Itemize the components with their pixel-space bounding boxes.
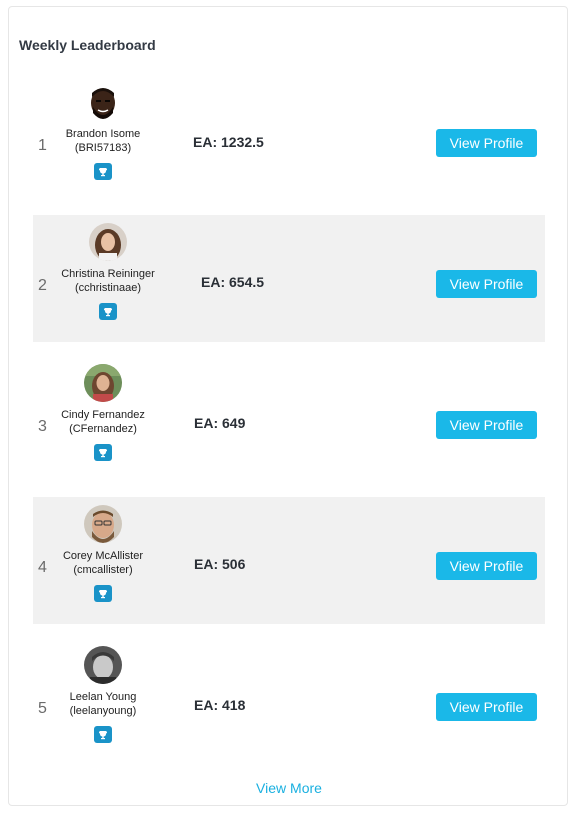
- view-profile-button[interactable]: View Profile: [436, 129, 537, 157]
- user-name: Cindy Fernandez: [61, 409, 145, 421]
- view-profile-button[interactable]: View Profile: [436, 552, 537, 580]
- leaderboard-card: Weekly Leaderboard 1 Brandon Isome (BRI5…: [8, 6, 568, 806]
- user-info: Corey McAllister (cmcallister): [53, 505, 153, 602]
- trophy-icon[interactable]: [94, 444, 112, 461]
- user-info: Christina Reininger (cchristinaae): [58, 223, 158, 320]
- rank-number: 1: [38, 137, 47, 154]
- leaderboard-row: 2 Christina Reininger (cchristinaae) EA:…: [33, 215, 545, 342]
- leaderboard-row: 1 Brandon Isome (BRI57183) EA: 1232.5 Vi…: [33, 75, 545, 202]
- trophy-icon[interactable]: [94, 726, 112, 743]
- view-profile-button[interactable]: View Profile: [436, 411, 537, 439]
- trophy-icon[interactable]: [94, 585, 112, 602]
- user-handle: (leelanyoung): [69, 705, 137, 717]
- avatar[interactable]: [89, 223, 127, 261]
- view-profile-button[interactable]: View Profile: [436, 270, 537, 298]
- leaderboard-row: 3 Cindy Fernandez (CFernandez) EA: 649 V…: [33, 356, 545, 483]
- avatar[interactable]: [84, 364, 122, 402]
- user-info: Brandon Isome (BRI57183): [53, 83, 153, 180]
- user-handle: (cmcallister): [73, 564, 133, 576]
- rank-number: 3: [38, 418, 47, 435]
- leaderboard-row: 5 Leelan Young (leelanyoung) EA: 418 Vie…: [33, 638, 545, 765]
- user-info: Leelan Young (leelanyoung): [53, 646, 153, 743]
- leaderboard-row: 4 Corey McAllister (cmcallister) EA: 506…: [33, 497, 545, 624]
- ea-score: EA: 1232.5: [193, 134, 264, 150]
- user-handle: (CFernandez): [69, 423, 137, 435]
- user-handle: (BRI57183): [74, 142, 132, 154]
- rank-number: 4: [38, 559, 47, 576]
- trophy-icon[interactable]: [99, 303, 117, 320]
- ea-score: EA: 506: [194, 556, 246, 572]
- user-name: Brandon Isome: [65, 128, 141, 140]
- ea-score: EA: 649: [194, 415, 246, 431]
- user-name: Corey McAllister: [62, 550, 144, 562]
- avatar[interactable]: [84, 505, 122, 543]
- trophy-icon[interactable]: [94, 163, 112, 180]
- rank-number: 5: [38, 700, 47, 717]
- rank-number: 2: [38, 277, 47, 294]
- view-more-link[interactable]: View More: [9, 780, 569, 796]
- user-info: Cindy Fernandez (CFernandez): [53, 364, 153, 461]
- ea-score: EA: 654.5: [201, 274, 265, 290]
- avatar[interactable]: [84, 83, 122, 121]
- user-name: Leelan Young: [69, 691, 137, 703]
- avatar[interactable]: [84, 646, 122, 684]
- ea-score: EA: 418: [194, 697, 246, 713]
- user-handle: (cchristinaae): [74, 282, 142, 294]
- user-name: Christina Reininger: [61, 268, 155, 280]
- leaderboard-title: Weekly Leaderboard: [19, 37, 156, 53]
- view-profile-button[interactable]: View Profile: [436, 693, 537, 721]
